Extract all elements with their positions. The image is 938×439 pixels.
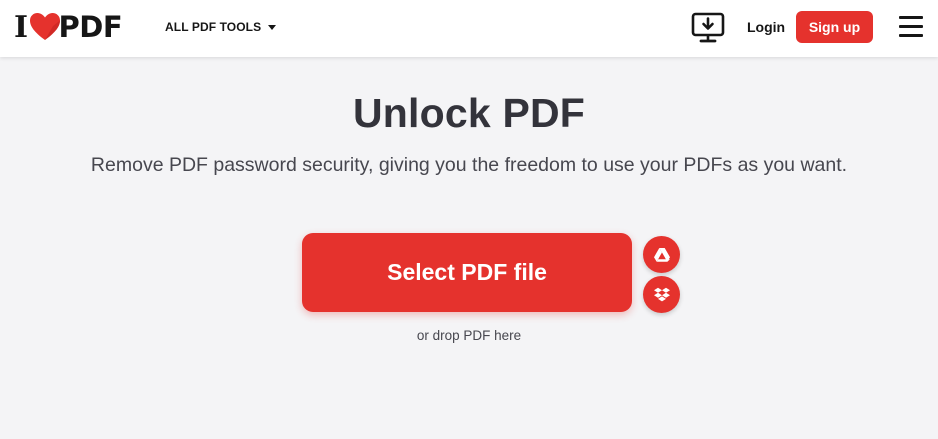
signup-button[interactable]: Sign up <box>796 11 873 43</box>
google-drive-button[interactable] <box>643 236 680 273</box>
logo-text-i: I <box>14 9 28 45</box>
dropbox-icon <box>653 287 670 301</box>
dropbox-button[interactable] <box>643 276 680 313</box>
desktop-download-icon[interactable] <box>691 12 725 44</box>
caret-down-icon <box>268 24 277 30</box>
page-subtitle: Remove PDF password security, giving you… <box>90 154 848 176</box>
logo-text-pdf: PDF <box>58 10 123 44</box>
login-link[interactable]: Login <box>747 19 785 35</box>
heart-icon <box>29 12 61 42</box>
drop-pdf-hint: or drop PDF here <box>416 328 522 343</box>
all-pdf-tools-menu[interactable]: ALL PDF TOOLS <box>165 20 277 34</box>
google-drive-icon <box>653 247 670 262</box>
ilovepdf-logo[interactable]: I PDF <box>14 9 123 45</box>
hamburger-menu-icon[interactable] <box>899 16 923 38</box>
all-pdf-tools-label: ALL PDF TOOLS <box>165 20 262 34</box>
select-pdf-file-button[interactable]: Select PDF file <box>302 233 632 312</box>
page-title: Unlock PDF <box>352 90 586 136</box>
select-pdf-file-label: Select PDF file <box>387 259 547 285</box>
header-bar: I PDF ALL PDF TOOLS Login Sign up <box>0 0 938 57</box>
